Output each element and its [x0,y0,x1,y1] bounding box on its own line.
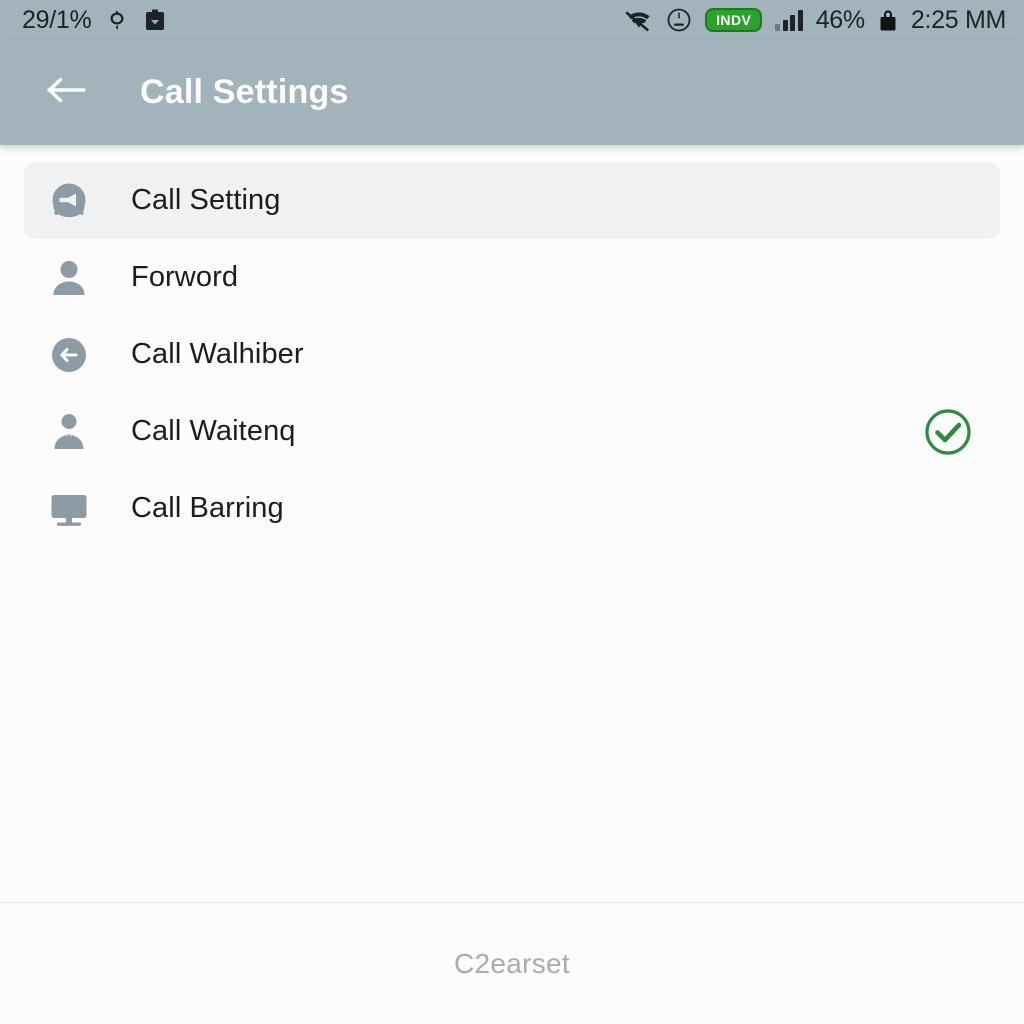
back-button[interactable] [40,66,94,120]
list-item-label: Call Setting [131,184,281,216]
checkmark-badge[interactable] [922,406,974,458]
wifi-off-icon [625,8,653,32]
row-trailing-slot [922,252,974,304]
megaphone-circle-icon [46,178,92,224]
sync-rotate-icon [105,8,129,32]
clipboard-download-icon [143,8,167,33]
person-icon [46,255,92,301]
row-trailing-slot [922,483,974,535]
row-trailing-slot [922,175,974,227]
list-item-label: Call Waitenq [131,415,296,447]
signal-bars-icon [775,9,803,31]
check-circle-icon [925,408,971,455]
clock-text: 2:25 MM [910,5,1006,34]
list-item-call-waitenq[interactable]: Call Waitenq [24,393,1000,470]
status-bar-right: INDV 46% 2:25 MM [625,6,1006,35]
phone-screen: 29/1% INDV 46% 2:25 MM Call Settings Cal… [0,0,1024,1024]
list-item-label: Call Barring [131,492,284,524]
list-item-call-setting[interactable]: Call Setting [24,162,1000,239]
list-item-call-barring[interactable]: Call Barring [24,470,1000,547]
row-trailing-slot [922,329,974,381]
list-item-call-walhiber[interactable]: Call Walhiber [24,316,1000,393]
monitor-icon [46,486,92,532]
list-item-label: Call Walhiber [131,338,304,370]
face-circle-icon [666,7,692,33]
status-bar: 29/1% INDV 46% 2:25 MM [0,0,1024,40]
list-item-label: Forword [131,261,239,293]
arrow-left-circle-icon [46,332,92,378]
page-title: Call Settings [140,73,349,111]
status-bar-left: 29/1% [22,6,167,35]
app-bar: Call Settings [0,40,1024,145]
footer-bar: C2earset [0,902,1024,1024]
person-suit-icon [46,409,92,455]
footer-label[interactable]: C2earset [454,948,570,980]
arrow-left-icon [45,73,89,112]
carrier-badge: INDV [705,8,763,32]
settings-list: Call Setting Forword Call Walhiber Call … [0,145,1024,902]
battery-left-text: 29/1% [22,5,92,34]
battery-percent-text: 46% [815,5,865,34]
list-item-forword[interactable]: Forword [24,239,1000,316]
lock-icon [878,7,898,33]
